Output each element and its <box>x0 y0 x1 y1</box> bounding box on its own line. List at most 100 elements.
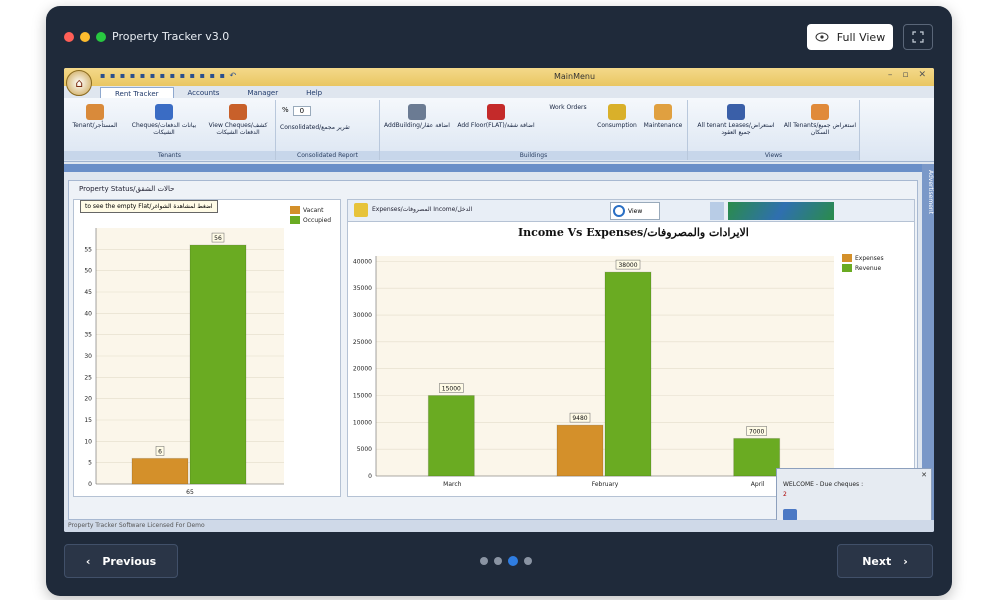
y-tick-label: 30 <box>84 353 92 360</box>
page-dot[interactable] <box>524 557 532 565</box>
building-icon <box>408 104 426 120</box>
y-tick-label: 10 <box>84 438 92 445</box>
window-controls <box>64 32 106 42</box>
y-tick-label: 20000 <box>353 366 372 373</box>
eye-icon <box>815 32 829 42</box>
restore-icon[interactable]: ▫ <box>902 70 908 80</box>
fullscreen-button[interactable] <box>903 24 933 50</box>
close-dot-icon[interactable] <box>64 32 74 42</box>
legend-label-occupied: Occupied <box>303 216 332 224</box>
quick-access-toolbar[interactable]: ▪ ▪ ▪ ▪ ▪ ▪ ▪ ▪ ▪ ▪ ▪ ▪ ▪ ↶ <box>100 71 237 80</box>
percent-sign: % <box>282 106 289 114</box>
ribbon-group-buildings: AddBuilding/اضافة عقار Add Floor(FLAT)/ا… <box>380 100 688 160</box>
add-floor-icon <box>487 104 505 120</box>
data-label: 38000 <box>618 262 637 269</box>
x-tick-label: 65 <box>186 489 194 496</box>
app-frame: Property Tracker v3.0 Full View ▪ ▪ ▪ ▪ … <box>46 6 952 596</box>
y-tick-label: 0 <box>368 473 372 480</box>
ribbon: Tenant/المستأجر Cheques/بيانات الدفعات ا… <box>64 98 934 162</box>
minimize-dot-icon[interactable] <box>80 32 90 42</box>
left-chart-legend: Vacant Occupied <box>290 206 331 226</box>
cheques-button[interactable]: Cheques/بيانات الدفعات الشيكات <box>130 104 198 136</box>
bar-revenue <box>733 437 781 477</box>
x-tick-label: February <box>592 481 619 488</box>
notification-close-icon[interactable]: ✕ <box>921 471 927 479</box>
view-cheques-button[interactable]: View Cheques/كشف الدفعات الشيكات <box>204 104 272 136</box>
y-tick-label: 10000 <box>353 419 372 426</box>
all-tenant-leases-button[interactable]: All tenant Leases/استعراض جميع العقود <box>692 104 780 136</box>
bar-vacant <box>131 457 189 485</box>
percent-value[interactable]: 0 <box>292 106 312 116</box>
add-building-button[interactable]: AddBuilding/اضافة عقار <box>384 104 450 129</box>
y-tick-label: 25 <box>84 374 92 381</box>
legend-item-expenses: Expenses <box>842 254 884 262</box>
y-tick-label: 45 <box>84 289 92 296</box>
full-view-button[interactable]: Full View <box>807 24 893 50</box>
bar-occupied <box>189 244 247 485</box>
x-tick-label: April <box>751 481 765 488</box>
consolidated-button-label: Consolidated/تقرير مجمع <box>280 124 350 131</box>
consumption-label: Consumption <box>597 122 637 129</box>
legend-label-vacant: Vacant <box>303 206 324 214</box>
tenant-icon <box>86 104 104 120</box>
group-label-tenants: Tenants <box>64 151 275 160</box>
window-titlebar: ▪ ▪ ▪ ▪ ▪ ▪ ▪ ▪ ▪ ▪ ▪ ▪ ▪ ↶ MainMenu – ▫… <box>64 68 934 86</box>
empty-flat-tooltip[interactable]: to see the empty Flat/اضغط لمشاهدة الشوا… <box>80 200 218 213</box>
consolidated-button[interactable]: Consolidated/تقرير مجمع <box>280 124 376 131</box>
data-label: 9480 <box>572 415 587 422</box>
maintenance-button[interactable]: Maintenance <box>640 104 686 129</box>
property-status-chart-svg: 0 5 10 15 20 25 30 35 40 45 50 55 65 6 56 <box>84 228 284 496</box>
maintenance-icon <box>654 104 672 120</box>
tenant-button-label: Tenant/المستأجر <box>72 122 118 129</box>
maximize-dot-icon[interactable] <box>96 32 106 42</box>
legend-item-revenue: Revenue <box>842 264 884 272</box>
minimize-icon[interactable]: – <box>888 70 893 80</box>
content-header-strip <box>64 164 922 172</box>
previous-button[interactable]: ‹ Previous <box>64 544 178 578</box>
y-tick-label: 35 <box>84 332 92 339</box>
close-icon[interactable]: ✕ <box>918 70 926 80</box>
consumption-button[interactable]: Consumption <box>592 104 642 129</box>
previous-label: Previous <box>102 554 157 568</box>
expenses-swatch <box>842 254 852 262</box>
next-button[interactable]: Next › <box>837 544 933 578</box>
all-tenants-label: All Tenants/استعراض جميع السكان <box>783 122 857 136</box>
ribbon-group-tenants: Tenant/المستأجر Cheques/بيانات الدفعات ا… <box>64 100 276 160</box>
revenue-swatch <box>842 264 852 272</box>
tenant-button[interactable]: Tenant/المستأجر <box>68 104 122 129</box>
expand-icon <box>912 31 924 43</box>
page-indicator <box>480 556 532 566</box>
y-tick-label: 20 <box>84 396 92 403</box>
app-title: Property Tracker v3.0 <box>112 30 230 43</box>
add-floor-button[interactable]: Add Floor(FLAT)/اضافة شقة <box>456 104 536 129</box>
legend-item-vacant: Vacant <box>290 206 331 214</box>
page-dot[interactable] <box>494 557 502 565</box>
chevron-left-icon: ‹ <box>85 554 91 568</box>
add-building-label: AddBuilding/اضافة عقار <box>384 122 450 129</box>
data-label: 56 <box>214 235 222 242</box>
work-orders-button[interactable]: Work Orders <box>540 104 596 111</box>
y-tick-label: 50 <box>84 268 92 275</box>
work-orders-label: Work Orders <box>549 104 587 111</box>
all-tenant-leases-label: All tenant Leases/استعراض جميع العقود <box>697 122 775 136</box>
consumption-icon <box>608 104 626 120</box>
y-tick-label: 55 <box>84 246 92 253</box>
view-cheques-icon <box>229 104 247 120</box>
cheques-icon <box>155 104 173 120</box>
percent-spinner[interactable]: % 0 <box>282 106 312 116</box>
bar-revenue <box>604 271 652 477</box>
legend-label-expenses: Expenses <box>855 254 884 262</box>
page-dot[interactable] <box>480 557 488 565</box>
app-menu-orb-icon[interactable]: ⌂ <box>66 70 92 96</box>
cheques-button-label: Cheques/بيانات الدفعات الشيكات <box>131 122 197 136</box>
all-tenants-button[interactable]: All Tenants/استعراض جميع السكان <box>782 104 858 136</box>
y-tick-label: 40 <box>84 310 92 317</box>
y-tick-label: 5 <box>88 460 92 467</box>
full-view-label: Full View <box>836 30 886 44</box>
data-label: 6 <box>158 448 162 455</box>
vacant-swatch <box>290 206 300 214</box>
y-tick-label: 0 <box>88 481 92 488</box>
page-dot[interactable] <box>508 556 518 566</box>
legend-item-occupied: Occupied <box>290 216 331 224</box>
bar-expenses <box>556 424 604 477</box>
